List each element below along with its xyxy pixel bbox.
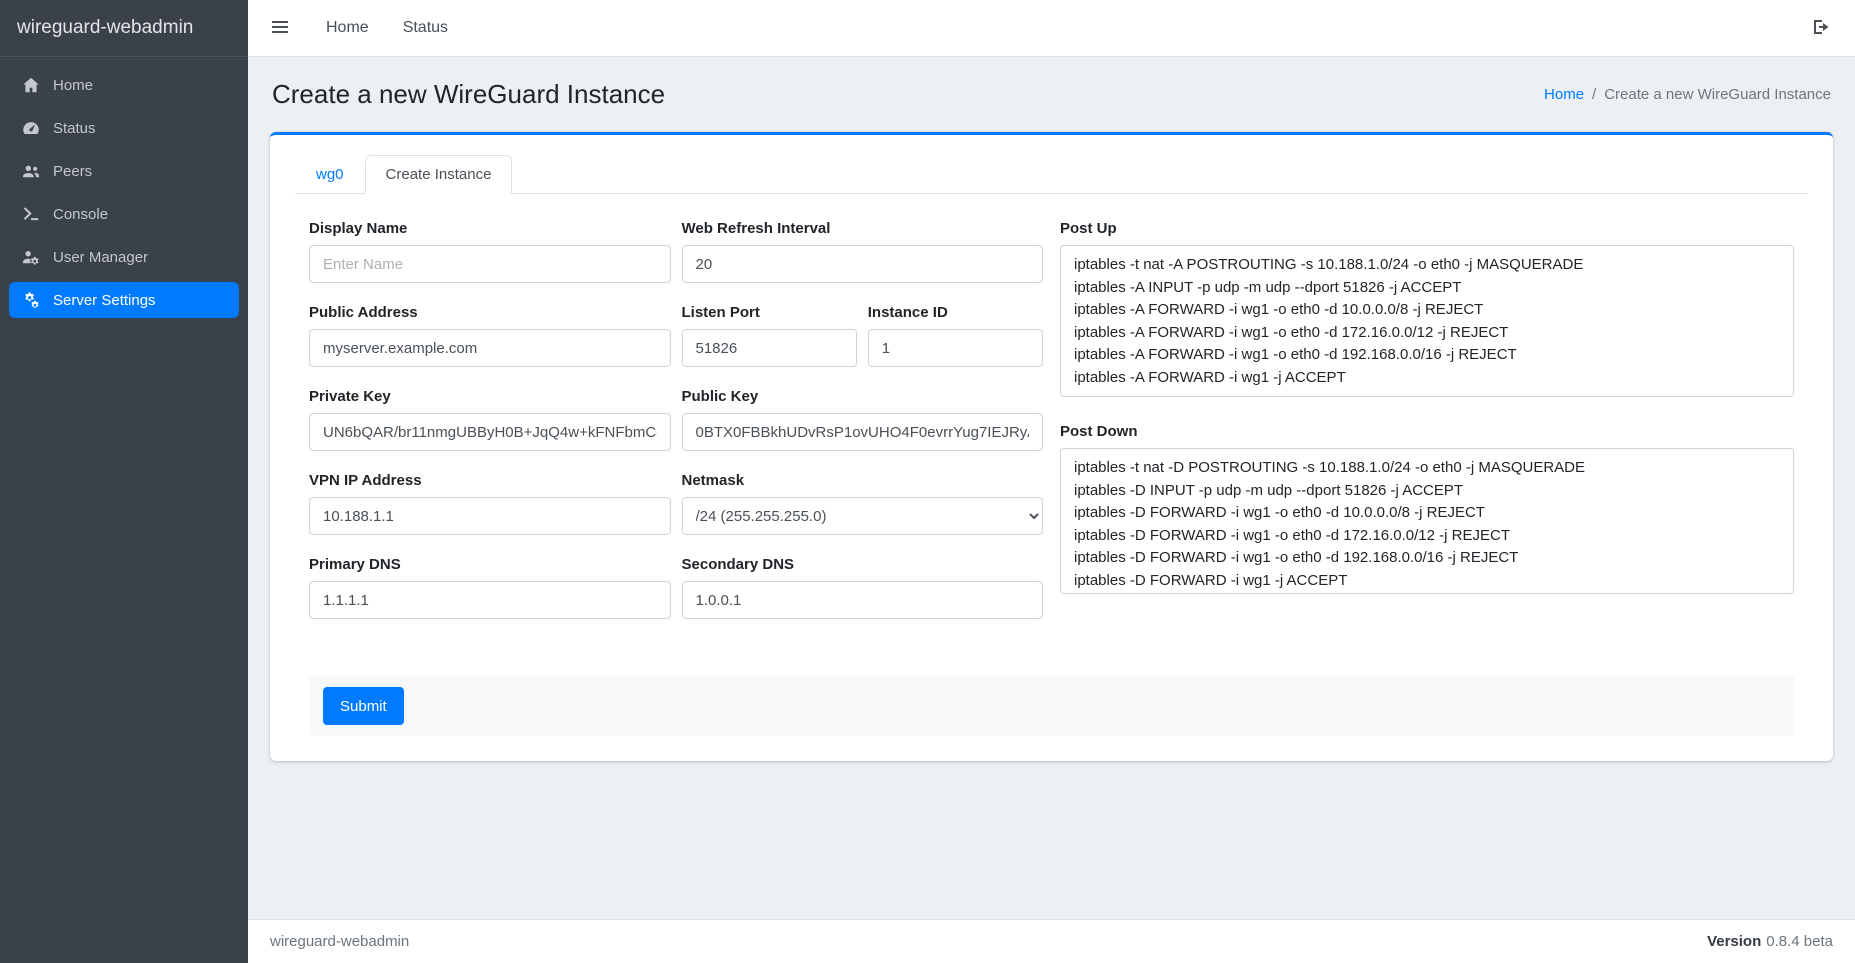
sidebar-item-console[interactable]: Console <box>9 196 239 232</box>
post-down-label: Post Down <box>1060 423 1794 440</box>
netmask-label: Netmask <box>682 472 1044 489</box>
nav-link-home[interactable]: Home <box>326 19 369 37</box>
instance-id-field-group: Instance ID <box>868 304 1043 367</box>
display-name-label: Display Name <box>309 220 671 237</box>
form-left-section: Display Name Web Refresh Interval <box>309 220 1043 640</box>
form-right-section: Post Up iptables -t nat -A POSTROUTING -… <box>1060 220 1794 640</box>
tab-create-instance[interactable]: Create Instance <box>365 155 513 194</box>
post-up-field-group: Post Up iptables -t nat -A POSTROUTING -… <box>1060 220 1794 402</box>
form-footer: Submit <box>309 676 1794 736</box>
secondary-dns-input[interactable] <box>682 581 1044 619</box>
instance-tabs: wg0 Create Instance <box>295 155 1808 194</box>
public-key-field-group: Public Key <box>682 388 1044 451</box>
sidebar-item-label: Peers <box>53 163 92 180</box>
listen-port-field-group: Listen Port <box>682 304 857 367</box>
port-id-split: Listen Port Instance ID <box>682 304 1044 367</box>
display-name-input[interactable] <box>309 245 671 283</box>
home-icon <box>21 75 41 95</box>
private-key-label: Private Key <box>309 388 671 405</box>
logout-icon[interactable] <box>1811 17 1833 39</box>
breadcrumb-home-link[interactable]: Home <box>1544 86 1584 103</box>
sidebar-item-peers[interactable]: Peers <box>9 153 239 189</box>
sidebar-item-label: Status <box>53 120 96 137</box>
sidebar-item-server-settings[interactable]: Server Settings <box>9 282 239 318</box>
instance-card: wg0 Create Instance Display Name <box>270 132 1833 761</box>
terminal-icon <box>21 204 41 224</box>
private-key-field-group: Private Key <box>309 388 671 451</box>
primary-dns-field-group: Primary DNS <box>309 556 671 619</box>
post-up-textarea[interactable]: iptables -t nat -A POSTROUTING -s 10.188… <box>1060 245 1794 397</box>
content-area: Create a new WireGuard Instance Home / C… <box>248 57 1855 919</box>
netmask-select[interactable]: /24 (255.255.255.0) <box>682 497 1044 535</box>
users-icon <box>21 161 41 181</box>
public-key-label: Public Key <box>682 388 1044 405</box>
public-key-input[interactable] <box>682 413 1044 451</box>
gears-icon <box>21 290 41 310</box>
submit-button[interactable]: Submit <box>323 687 404 725</box>
create-instance-pane: Display Name Web Refresh Interval <box>295 194 1808 736</box>
instance-id-input[interactable] <box>868 329 1043 367</box>
brand-title[interactable]: wireguard-webadmin <box>0 0 248 57</box>
footer-version-label: Version <box>1707 933 1761 950</box>
vpn-ip-input[interactable] <box>309 497 671 535</box>
listen-port-input[interactable] <box>682 329 857 367</box>
secondary-dns-field-group: Secondary DNS <box>682 556 1044 619</box>
breadcrumb-separator: / <box>1592 86 1596 103</box>
web-refresh-input[interactable] <box>682 245 1044 283</box>
gauge-icon <box>21 118 41 138</box>
page-title: Create a new WireGuard Instance <box>272 79 665 110</box>
main-column: Home Status Create a new WireGuard Insta… <box>248 0 1855 963</box>
web-refresh-field-group: Web Refresh Interval <box>682 220 1044 283</box>
public-address-label: Public Address <box>309 304 671 321</box>
breadcrumb-current: Create a new WireGuard Instance <box>1604 86 1831 103</box>
post-up-label: Post Up <box>1060 220 1794 237</box>
page-header: Create a new WireGuard Instance Home / C… <box>270 73 1833 116</box>
sidebar-nav: Home Status Peers Console <box>0 57 248 335</box>
sidebar-item-status[interactable]: Status <box>9 110 239 146</box>
netmask-field-group: Netmask /24 (255.255.255.0) <box>682 472 1044 535</box>
card-body: wg0 Create Instance Display Name <box>270 135 1833 761</box>
sidebar-item-user-manager[interactable]: User Manager <box>9 239 239 275</box>
footer-brand: wireguard-webadmin <box>270 933 409 950</box>
sidebar-item-label: Home <box>53 77 93 94</box>
web-refresh-label: Web Refresh Interval <box>682 220 1044 237</box>
sidebar-item-label: Server Settings <box>53 292 156 309</box>
sidebar-item-home[interactable]: Home <box>9 67 239 103</box>
post-down-textarea[interactable]: iptables -t nat -D POSTROUTING -s 10.188… <box>1060 448 1794 594</box>
page-footer: wireguard-webadmin Version 0.8.4 beta <box>248 919 1855 963</box>
user-gear-icon <box>21 247 41 267</box>
tab-wg0[interactable]: wg0 <box>295 155 365 194</box>
sidebar: wireguard-webadmin Home Status Peers <box>0 0 248 963</box>
instance-form: Display Name Web Refresh Interval <box>309 220 1794 640</box>
private-key-input[interactable] <box>309 413 671 451</box>
post-down-field-group: Post Down iptables -t nat -D POSTROUTING… <box>1060 423 1794 599</box>
footer-version-value: 0.8.4 beta <box>1766 933 1833 950</box>
listen-port-label: Listen Port <box>682 304 857 321</box>
vpn-ip-label: VPN IP Address <box>309 472 671 489</box>
menu-icon[interactable] <box>270 17 292 39</box>
app-root: wireguard-webadmin Home Status Peers <box>0 0 1855 963</box>
sidebar-item-label: Console <box>53 206 108 223</box>
primary-dns-label: Primary DNS <box>309 556 671 573</box>
top-navbar: Home Status <box>248 0 1855 57</box>
vpn-ip-field-group: VPN IP Address <box>309 472 671 535</box>
public-address-input[interactable] <box>309 329 671 367</box>
footer-version: Version 0.8.4 beta <box>1707 933 1833 950</box>
public-address-field-group: Public Address <box>309 304 671 367</box>
display-name-field-group: Display Name <box>309 220 671 283</box>
instance-id-label: Instance ID <box>868 304 1043 321</box>
nav-link-status[interactable]: Status <box>403 19 448 37</box>
primary-dns-input[interactable] <box>309 581 671 619</box>
breadcrumb: Home / Create a new WireGuard Instance <box>1544 86 1831 103</box>
sidebar-item-label: User Manager <box>53 249 148 266</box>
secondary-dns-label: Secondary DNS <box>682 556 1044 573</box>
